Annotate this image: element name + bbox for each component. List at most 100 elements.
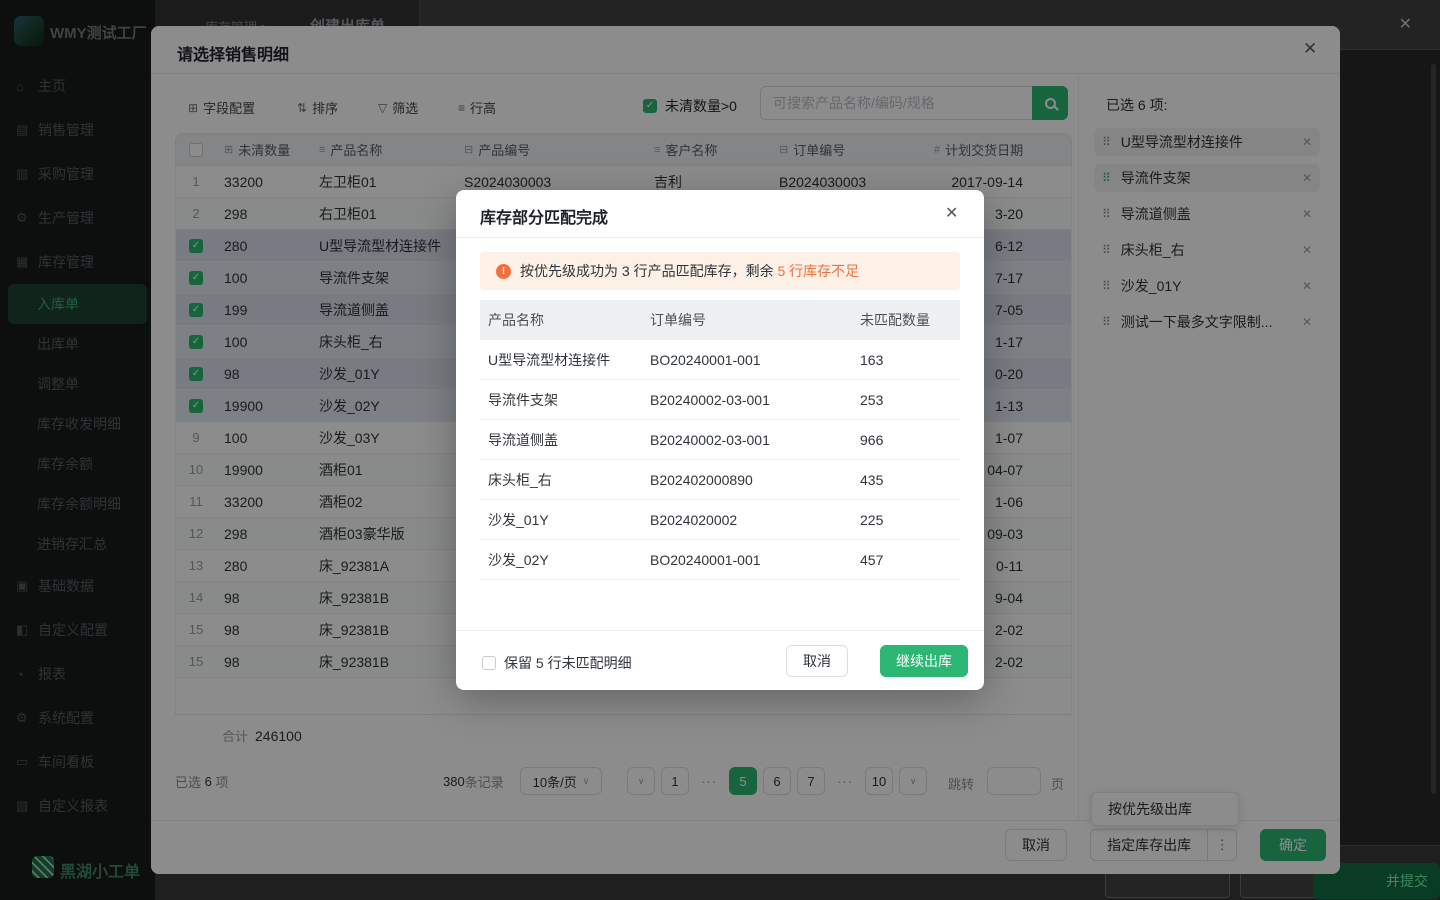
sidebar-item[interactable]: ▭ 车间看板 [0,740,155,784]
cell-product-name: U型导流型材连接件 [480,350,642,370]
unmatched-header-row: 产品名称 订单编号 未匹配数量 [480,300,960,340]
sidebar-item[interactable]: 出库单 [0,324,155,364]
sidebar-item-label: 入库单 [37,294,79,314]
cell-unmatched-qty: 225 [852,512,960,528]
home-icon: ⌂ [16,79,33,94]
col-unmatched-qty: 未匹配数量 [852,310,960,330]
continue-outbound-button[interactable]: 继续出库 [880,645,968,677]
sidebar-item[interactable]: 入库单 [8,284,147,324]
custom-report-icon: ▧ [16,798,33,814]
sales-icon: ▤ [16,122,33,138]
cell-order-no: B202402000890 [642,472,852,488]
col-order-no: 订单编号 [642,310,852,330]
sidebar-item-label: 车间看板 [38,752,94,772]
sidebar-item-label: 出库单 [37,334,79,354]
report-icon: ◔ [16,667,33,682]
sidebar-item-label: 自定义报表 [38,796,108,816]
sidebar-item-label: 进销存汇总 [37,534,107,554]
sidebar-item[interactable]: ◔ 报表 [0,652,155,696]
app-logo [14,16,44,46]
dialog-title: 库存部分匹配完成 [480,204,608,228]
sidebar-item[interactable]: ▣ 基础数据 [0,564,155,608]
sidebar-item-label: 库存收发明细 [37,414,121,434]
keep-unmatched-option[interactable]: 保留 5 行未匹配明细 [482,653,632,673]
sidebar-item[interactable]: ◧ 自定义配置 [0,608,155,652]
dialog-close-icon[interactable]: ✕ [945,203,958,223]
sidebar-item-label: 自定义配置 [38,620,108,640]
unmatched-table: 产品名称 订单编号 未匹配数量 U型导流型材连接件 BO20240001-001… [480,300,960,580]
sidebar-item-label: 系统配置 [38,708,94,728]
screen: 库存管理 > 创建出库单 ✕ WMY测试工厂 ⌂ 主页 ▤ 销售管理 ▥ 采购管 [0,0,1440,900]
sidebar-item-label: 生产管理 [38,208,94,228]
sidebar-item-label: 库存余额 [37,454,93,474]
app-title: WMY测试工厂 [50,22,154,43]
unmatched-row: 沙发_01Y B2024020002 225 [480,500,960,540]
sidebar-item[interactable]: 库存收发明细 [0,404,155,444]
sidebar-item[interactable]: 库存余额明细 [0,484,155,524]
cell-product-name: 沙发_02Y [480,550,642,570]
col-product-name: 产品名称 [480,310,642,330]
sidebar-item-label: 主页 [38,76,66,96]
cell-unmatched-qty: 435 [852,472,960,488]
settings-icon: ⚙ [16,710,33,726]
cell-order-no: BO20240001-001 [642,552,852,568]
sidebar-item[interactable]: 库存余额 [0,444,155,484]
unmatched-body: U型导流型材连接件 BO20240001-001 163 导流件支架 B2024… [480,340,960,580]
unmatched-row: 导流件支架 B20240002-03-001 253 [480,380,960,420]
partial-match-alert: ! 按优先级成功为 3 行产品匹配库存，剩余 5 行库存不足 [480,252,960,290]
inventory-icon: ▦ [16,254,33,270]
sidebar-item-label: 采购管理 [38,164,94,184]
sidebar-item-label: 报表 [38,664,66,684]
production-icon: ⚙ [16,210,33,226]
cell-product-name: 沙发_01Y [480,510,642,530]
keep-unmatched-checkbox[interactable] [482,656,496,670]
cell-product-name: 导流件支架 [480,390,642,410]
cell-order-no: BO20240001-001 [642,352,852,368]
sidebar-item[interactable]: ▥ 采购管理 [0,152,155,196]
dashboard-icon: ▭ [16,754,33,770]
info-icon: ! [496,264,511,279]
sidebar-item-label: 销售管理 [38,120,94,140]
sidebar-item-label: 基础数据 [38,576,94,596]
sidebar-item-label: 库存余额明细 [37,494,121,514]
sidebar-item[interactable]: ⌂ 主页 [0,64,155,108]
vendor-logo [32,856,54,878]
cell-unmatched-qty: 457 [852,552,960,568]
match-result-dialog: 库存部分匹配完成 ✕ ! 按优先级成功为 3 行产品匹配库存，剩余 5 行库存不… [456,190,984,690]
scrollbar[interactable] [1431,64,1436,794]
alert-text: 按优先级成功为 3 行产品匹配库存，剩余 [520,263,777,279]
keep-unmatched-label: 保留 5 行未匹配明细 [504,653,632,673]
cell-unmatched-qty: 163 [852,352,960,368]
page-close-icon[interactable]: ✕ [1399,14,1412,34]
vendor-title: 黑湖小工单 [60,858,140,882]
cell-order-no: B2024020002 [642,512,852,528]
cell-unmatched-qty: 966 [852,432,960,448]
sidebar-item[interactable]: ⚙ 系统配置 [0,696,155,740]
base-data-icon: ▣ [16,578,33,594]
cell-unmatched-qty: 253 [852,392,960,408]
sidebar-item-label: 库存管理 [38,252,94,272]
sidebar-item[interactable]: 调整单 [0,364,155,404]
sidebar-item[interactable]: ▦ 库存管理 [0,240,155,284]
cell-product-name: 导流道侧盖 [480,430,642,450]
dialog-footer: 保留 5 行未匹配明细 取消 继续出库 [456,630,984,690]
cell-order-no: B20240002-03-001 [642,432,852,448]
footer-button-1[interactable] [1105,870,1230,898]
alert-highlight: 5 行库存不足 [777,263,859,279]
sidebar-item[interactable]: 进销存汇总 [0,524,155,564]
unmatched-row: 沙发_02Y BO20240001-001 457 [480,540,960,580]
unmatched-row: 床头柜_右 B202402000890 435 [480,460,960,500]
cell-order-no: B20240002-03-001 [642,392,852,408]
unmatched-row: U型导流型材连接件 BO20240001-001 163 [480,340,960,380]
dialog-cancel-button[interactable]: 取消 [786,645,848,677]
sidebar-nav: ⌂ 主页 ▤ 销售管理 ▥ 采购管理 ⚙ 生产管理 [0,64,155,828]
unmatched-row: 导流道侧盖 B20240002-03-001 966 [480,420,960,460]
sidebar-item[interactable]: ▧ 自定义报表 [0,784,155,828]
sidebar-item-label: 调整单 [37,374,79,394]
sidebar-item[interactable]: ⚙ 生产管理 [0,196,155,240]
custom-config-icon: ◧ [16,622,33,638]
cell-product-name: 床头柜_右 [480,470,642,490]
sidebar: WMY测试工厂 ⌂ 主页 ▤ 销售管理 ▥ 采购管理 ⚙ [0,0,155,900]
sidebar-item[interactable]: ▤ 销售管理 [0,108,155,152]
purchase-icon: ▥ [16,166,33,182]
